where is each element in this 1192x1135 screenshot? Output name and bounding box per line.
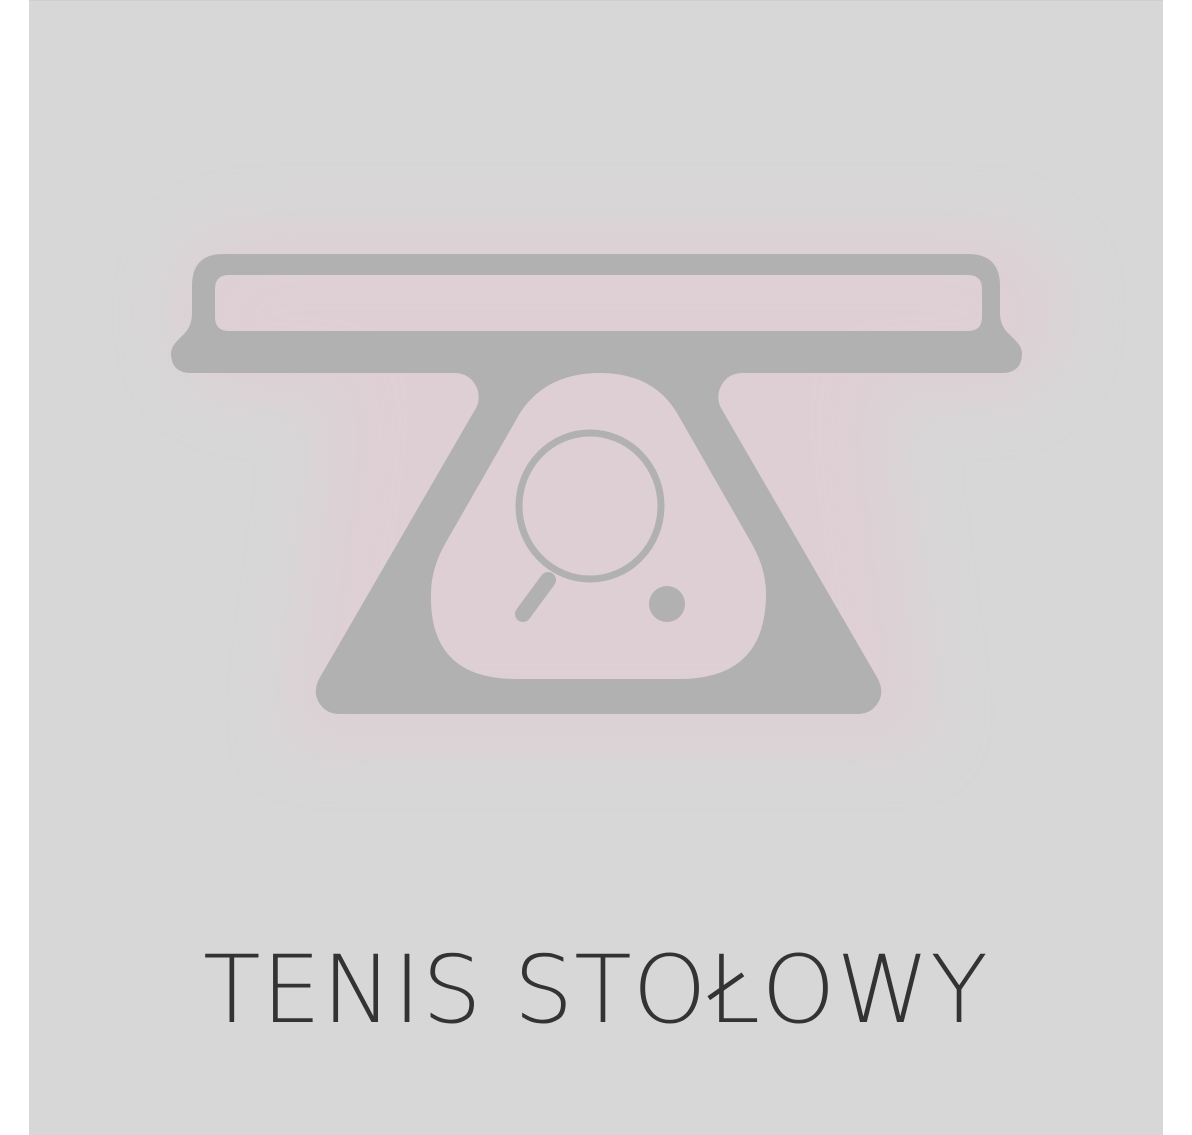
ball bbox=[649, 586, 685, 622]
tile-title: TENIS STOŁOWY bbox=[203, 936, 989, 1045]
category-tile[interactable]: TENIS STOŁOWY bbox=[29, 0, 1163, 1135]
